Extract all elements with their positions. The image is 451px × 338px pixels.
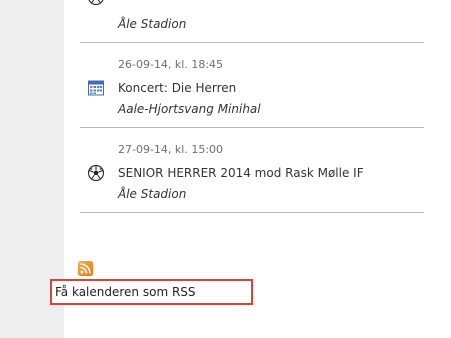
event-item[interactable]: Åle Stadion: [80, 0, 424, 43]
event-item[interactable]: 26-09-14, kl. 18:45 Koncert: Die Herren …: [80, 43, 424, 128]
rss-feed-link[interactable]: Få kalenderen som RSS: [50, 279, 253, 305]
football-icon: [87, 164, 105, 182]
event-title: Koncert: Die Herren: [118, 81, 237, 95]
event-venue: Åle Stadion: [118, 187, 187, 201]
event-date: 27-09-14, kl. 15:00: [118, 143, 224, 156]
page: Åle Stadion 26-09-14, kl. 18:45 Koncert:…: [0, 0, 451, 338]
event-venue: Åle Stadion: [118, 17, 187, 31]
event-venue: Aale-Hjortsvang Minihal: [118, 102, 261, 116]
calendar-icon: [88, 80, 104, 96]
event-title: SENIOR HERRER 2014 mod Rask Mølle IF: [118, 166, 364, 180]
event-list: Åle Stadion 26-09-14, kl. 18:45 Koncert:…: [80, 0, 424, 213]
event-date: 26-09-14, kl. 18:45: [118, 58, 224, 71]
event-item[interactable]: 27-09-14, kl. 15:00 SENIOR HERRER 2014 m…: [80, 128, 424, 213]
football-icon: [88, 0, 104, 6]
rss-icon[interactable]: [78, 261, 93, 276]
rss-link-label[interactable]: Få kalenderen som RSS: [55, 285, 196, 299]
